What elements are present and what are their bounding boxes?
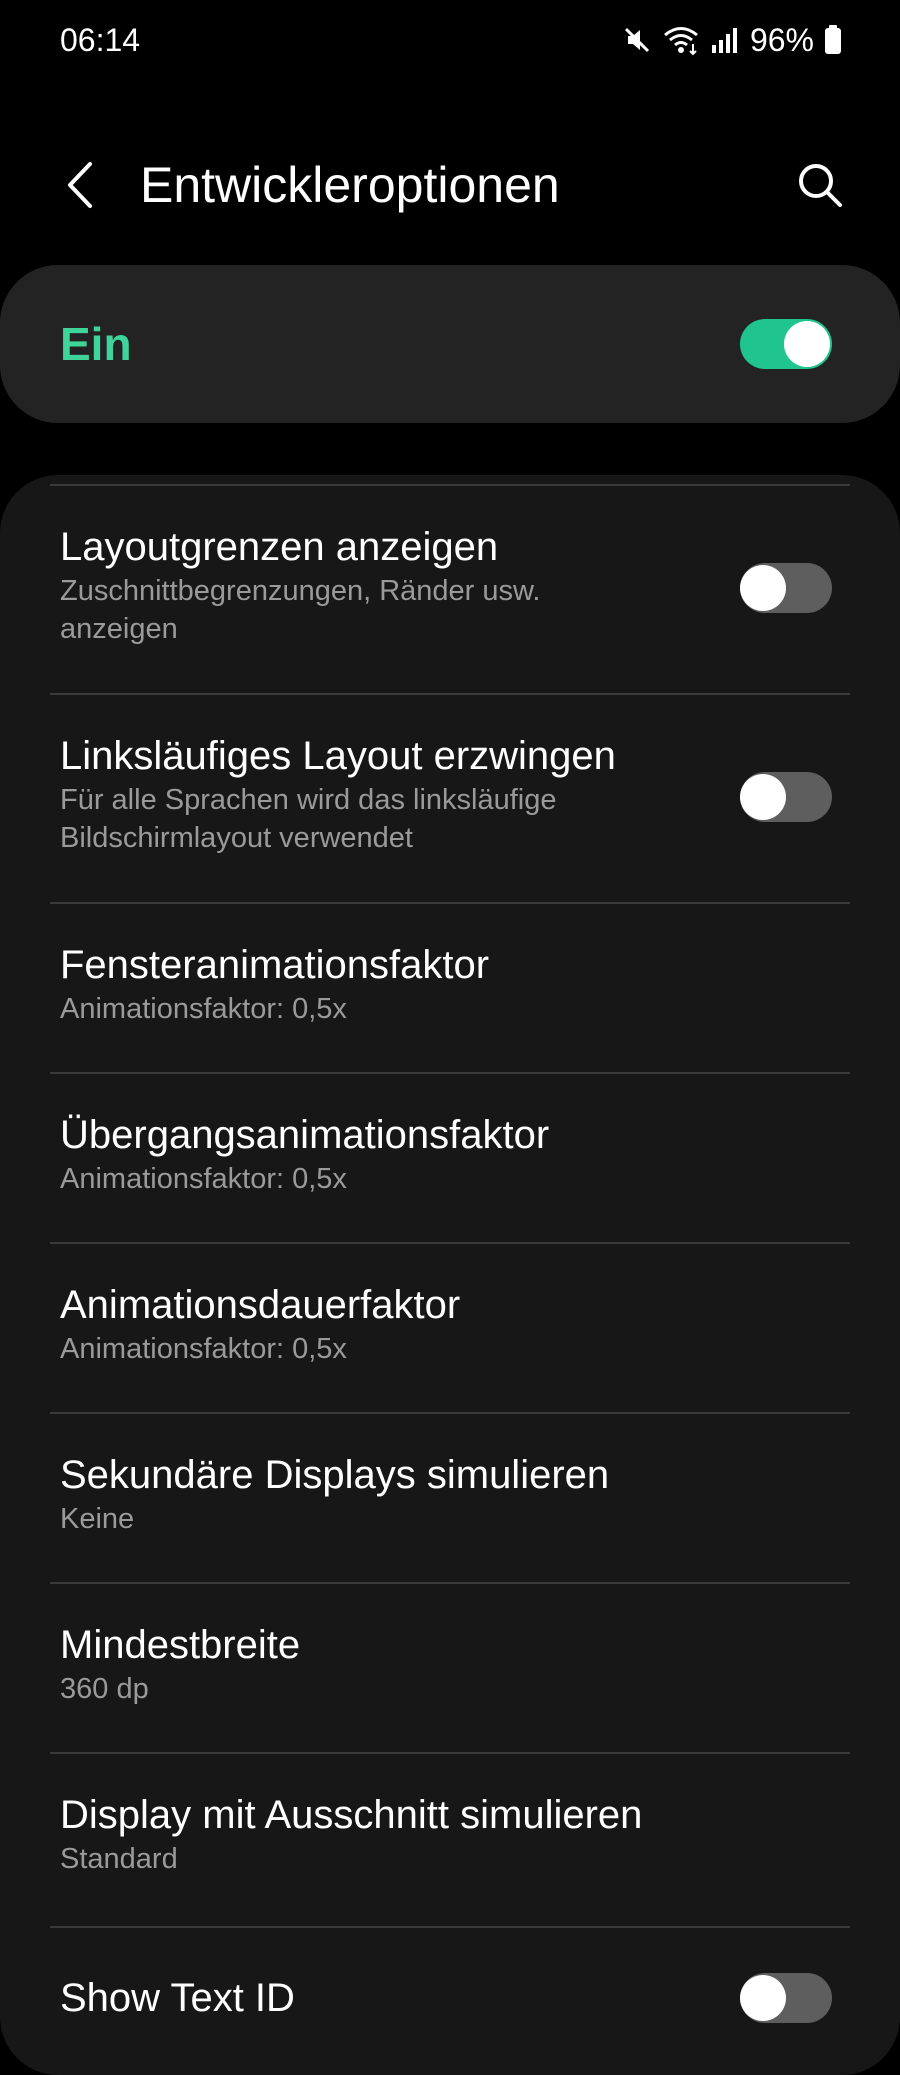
setting-title: Layoutgrenzen anzeigen — [60, 525, 499, 569]
master-switch-toggle[interactable] — [740, 319, 832, 369]
master-switch-label: Ein — [60, 318, 132, 370]
setting-force-rtl[interactable]: Linksläufiges Layout erzwingen Für alle … — [0, 729, 900, 879]
back-button[interactable] — [50, 155, 110, 215]
divider — [50, 1072, 850, 1074]
search-icon — [799, 164, 842, 207]
battery-level: 96% — [749, 22, 814, 58]
setting-window-animation-scale[interactable]: Fensteranimationsfaktor Animationsfaktor… — [0, 938, 900, 1058]
setting-title: Animationsdauerfaktor — [60, 1283, 461, 1327]
mute-icon — [624, 27, 650, 53]
setting-title: Show Text ID — [60, 1976, 295, 2020]
toggle-knob — [740, 565, 786, 611]
setting-summary: 360 dp — [60, 1673, 149, 1705]
setting-summary: Animationsfaktor: 0,5x — [60, 1163, 347, 1195]
search-button[interactable] — [790, 155, 850, 215]
app-bar: Entwickleroptionen — [0, 130, 900, 240]
status-bar: 06:14 96% — [0, 0, 900, 80]
divider — [50, 902, 850, 904]
status-time: 06:14 — [60, 22, 141, 58]
signal-icon — [711, 28, 737, 53]
wifi-icon — [664, 27, 698, 56]
divider — [50, 1582, 850, 1584]
settings-list: Layoutgrenzen anzeigen Zuschnittbegrenzu… — [0, 475, 900, 2075]
setting-title: Display mit Ausschnitt simulieren — [60, 1793, 643, 1837]
setting-title: Fensteranimationsfaktor — [60, 943, 490, 987]
toggle-knob — [784, 321, 830, 367]
toggle-knob — [740, 774, 786, 820]
layout-bounds-toggle[interactable] — [740, 563, 832, 613]
divider — [50, 1926, 850, 1928]
setting-summary: Standard — [60, 1843, 178, 1875]
back-arrow-icon — [68, 162, 92, 208]
setting-title: Mindestbreite — [60, 1623, 301, 1667]
setting-title: Übergangsanimationsfaktor — [60, 1113, 550, 1157]
setting-summary: Animationsfaktor: 0,5x — [60, 993, 347, 1025]
divider — [50, 484, 850, 486]
setting-summary: Für alle Sprachen wird das linksläufige … — [60, 784, 557, 854]
setting-summary: Animationsfaktor: 0,5x — [60, 1333, 347, 1365]
divider — [50, 1412, 850, 1414]
setting-layout-bounds[interactable]: Layoutgrenzen anzeigen Zuschnittbegrenzu… — [0, 520, 900, 670]
setting-summary: Zuschnittbegrenzungen, Ränder usw. anzei… — [60, 575, 541, 645]
page-title: Entwickleroptionen — [140, 157, 560, 213]
setting-show-text-id[interactable]: Show Text ID — [0, 1973, 900, 2073]
master-switch-bar[interactable]: Ein — [0, 265, 900, 423]
setting-summary: Keine — [60, 1503, 135, 1535]
divider — [50, 693, 850, 695]
divider — [50, 1242, 850, 1244]
toggle-knob — [740, 1975, 786, 2021]
battery-icon — [825, 25, 841, 54]
setting-display-cutout[interactable]: Display mit Ausschnitt simulieren Standa… — [0, 1788, 900, 1908]
setting-secondary-displays[interactable]: Sekundäre Displays simulieren Keine — [0, 1448, 900, 1568]
divider — [50, 1752, 850, 1754]
show-text-id-toggle[interactable] — [740, 1973, 832, 2023]
setting-title: Sekundäre Displays simulieren — [60, 1453, 610, 1497]
setting-title: Linksläufiges Layout erzwingen — [60, 734, 616, 778]
force-rtl-toggle[interactable] — [740, 772, 832, 822]
setting-smallest-width[interactable]: Mindestbreite 360 dp — [0, 1618, 900, 1738]
status-icons: 96% — [622, 20, 842, 60]
setting-transition-animation-scale[interactable]: Übergangsanimationsfaktor Animationsfakt… — [0, 1108, 900, 1228]
setting-animator-duration-scale[interactable]: Animationsdauerfaktor Animationsfaktor: … — [0, 1278, 900, 1398]
